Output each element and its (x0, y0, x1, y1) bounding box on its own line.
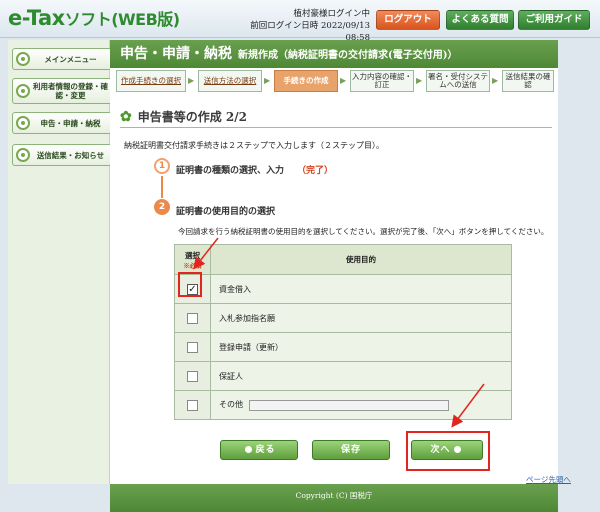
arrow-left-icon (245, 446, 253, 453)
annotation-highlight-checkbox (178, 272, 202, 297)
annotation-arrow-next (451, 383, 485, 428)
back-button[interactable]: 戻る (220, 440, 298, 460)
annotation-arrows (193, 237, 485, 428)
footer-copyright: Copyright (C) 国税庁 (110, 484, 558, 512)
annotation-highlight-next (406, 431, 490, 471)
save-button[interactable]: 保存 (312, 440, 390, 460)
annotation-arrow-checkbox (193, 237, 219, 270)
